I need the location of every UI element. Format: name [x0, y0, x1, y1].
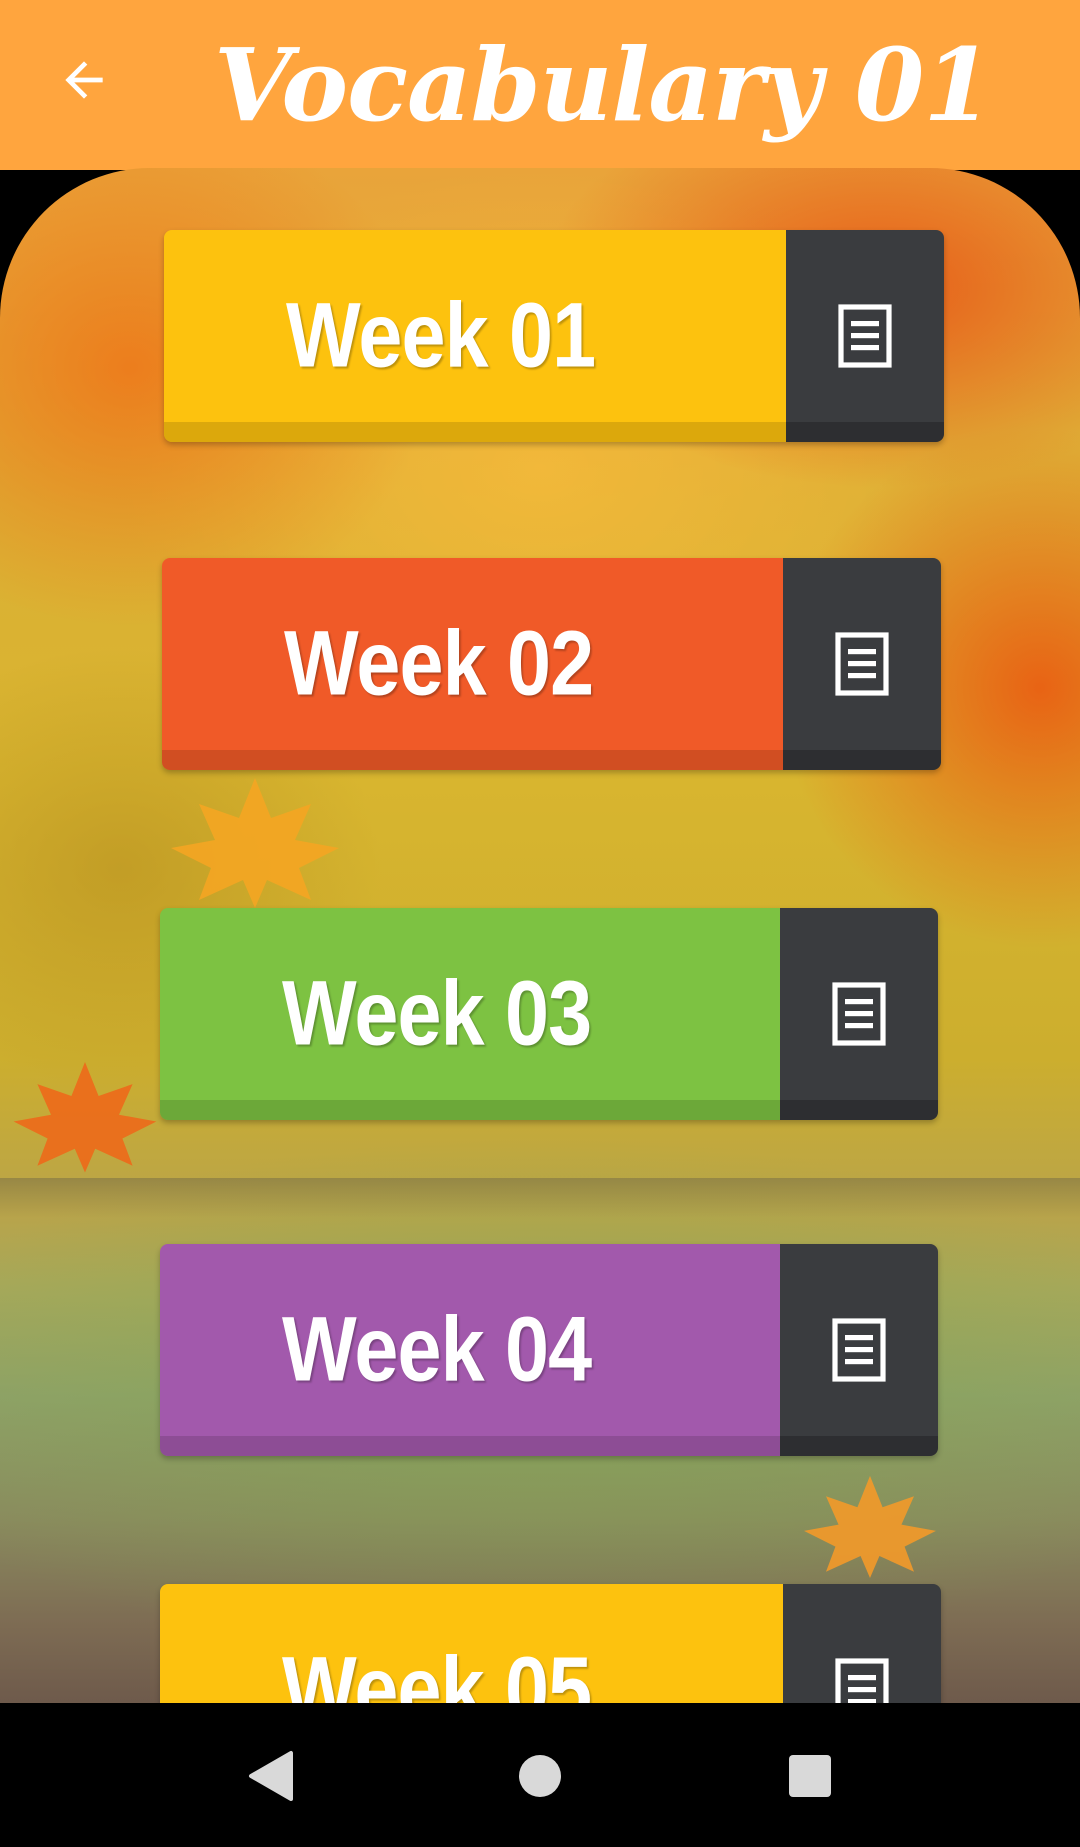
- week-card-03-action[interactable]: [780, 908, 938, 1120]
- week-list-container[interactable]: Week 01 Week 02 Week 03 Week 04 Week 05: [0, 168, 1080, 1703]
- background-horizon: [0, 1178, 1080, 1218]
- document-list-icon: [832, 1318, 886, 1382]
- maple-leaf-icon: [13, 1062, 157, 1173]
- week-card-04[interactable]: Week 04: [160, 1244, 938, 1456]
- week-card-03-label: Week 03: [282, 962, 592, 1065]
- system-home-button[interactable]: [505, 1741, 575, 1811]
- week-card-01[interactable]: Week 01: [164, 230, 944, 442]
- arrow-left-icon: [65, 61, 103, 99]
- week-card-05[interactable]: Week 05: [160, 1584, 941, 1703]
- week-card-02[interactable]: Week 02: [162, 558, 941, 770]
- week-card-04-label: Week 04: [282, 1298, 592, 1401]
- document-list-icon: [835, 632, 889, 696]
- week-card-02-label: Week 02: [284, 612, 594, 715]
- week-card-04-action[interactable]: [780, 1244, 938, 1456]
- week-card-02-body[interactable]: Week 02: [162, 558, 783, 770]
- week-card-01-label: Week 01: [286, 284, 596, 387]
- week-card-05-label: Week 05: [282, 1638, 592, 1704]
- app-bar: Vocabulary 01: [0, 0, 1080, 170]
- document-list-icon: [835, 1658, 889, 1703]
- week-card-05-body[interactable]: Week 05: [160, 1584, 783, 1703]
- week-card-03[interactable]: Week 03: [160, 908, 938, 1120]
- maple-leaf-icon: [171, 778, 339, 908]
- week-card-05-action[interactable]: [783, 1584, 941, 1703]
- week-card-03-body[interactable]: Week 03: [160, 908, 780, 1120]
- back-button[interactable]: [44, 40, 124, 120]
- maple-leaf-icon: [804, 1475, 936, 1578]
- system-recents-button[interactable]: [775, 1741, 845, 1811]
- system-navigation-bar: [0, 1703, 1080, 1847]
- week-card-04-body[interactable]: Week 04: [160, 1244, 780, 1456]
- document-list-icon: [838, 304, 892, 368]
- system-back-button[interactable]: [235, 1741, 305, 1811]
- circle-home-icon: [519, 1755, 561, 1797]
- triangle-back-icon: [249, 1751, 293, 1801]
- page-title: Vocabulary 01: [214, 26, 993, 144]
- week-card-01-action[interactable]: [786, 230, 944, 442]
- week-card-01-body[interactable]: Week 01: [164, 230, 786, 442]
- week-card-02-action[interactable]: [783, 558, 941, 770]
- document-list-icon: [832, 982, 886, 1046]
- square-recents-icon: [789, 1755, 831, 1797]
